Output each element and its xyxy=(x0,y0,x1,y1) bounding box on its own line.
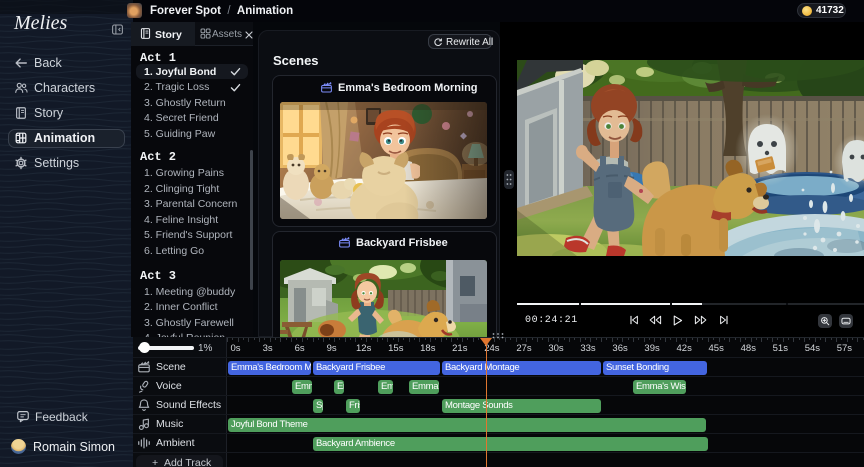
svg-text:Melies: Melies xyxy=(13,12,68,34)
